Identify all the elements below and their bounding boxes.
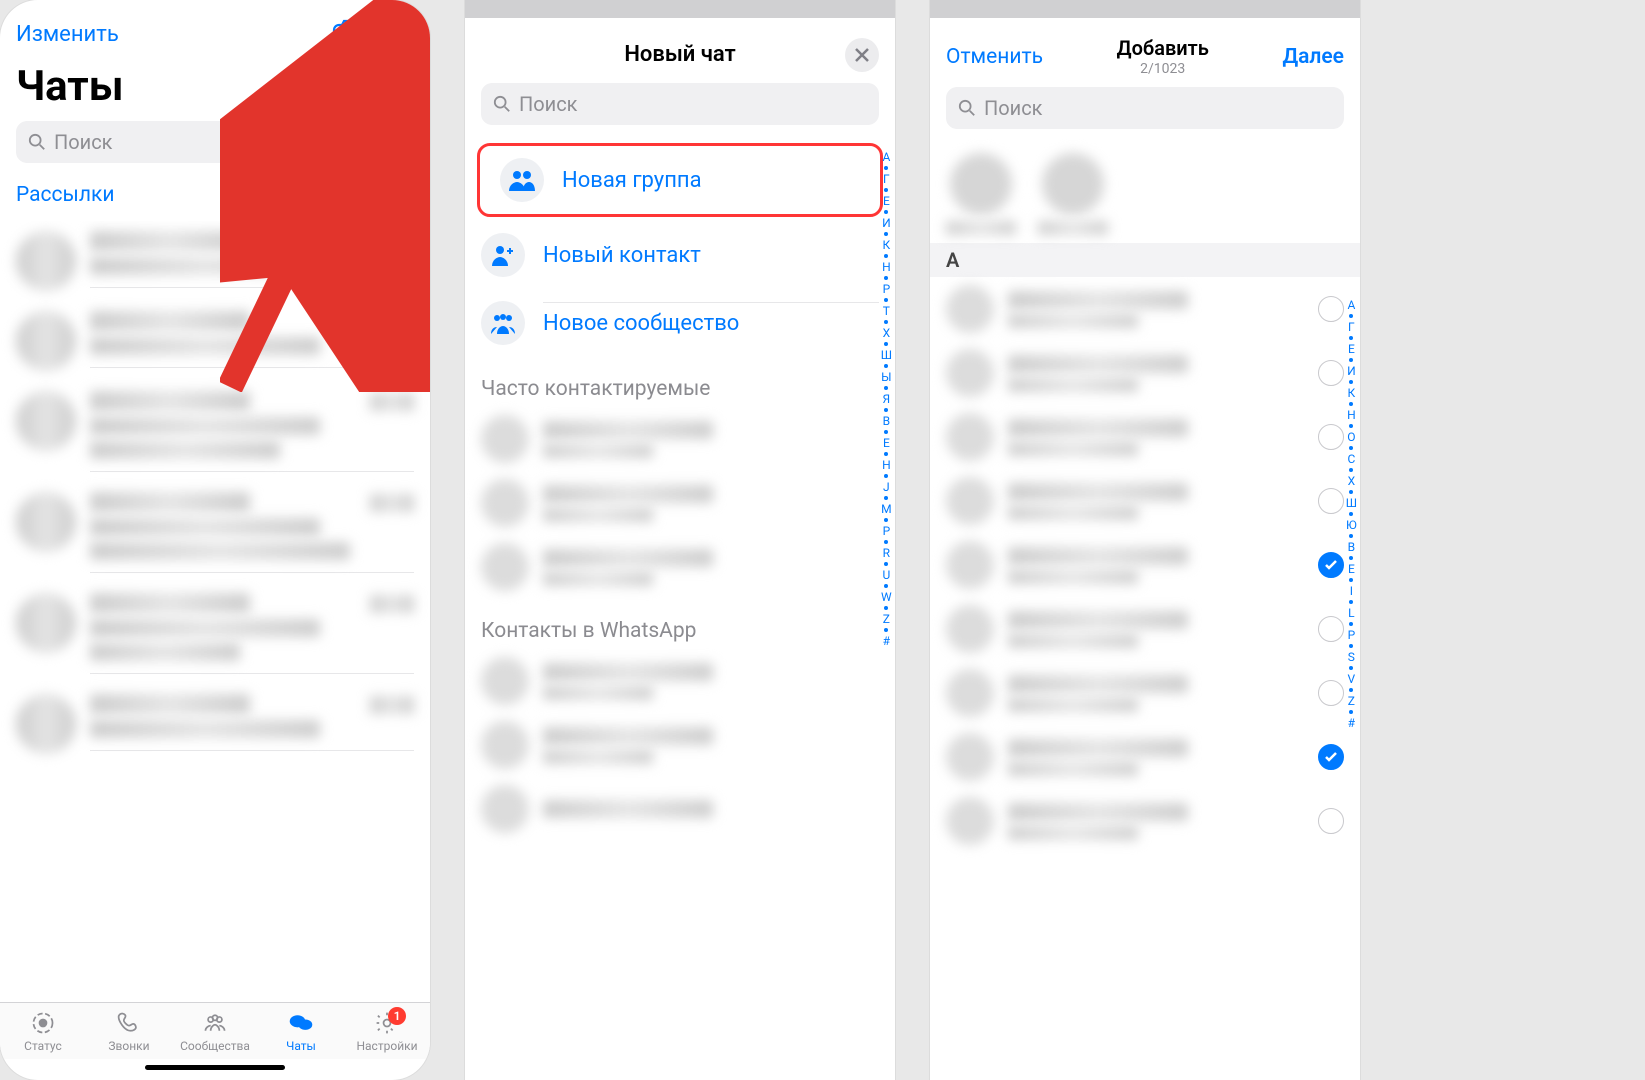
selected-contacts <box>930 143 1360 243</box>
tab-chats[interactable]: Чаты <box>258 1010 344 1053</box>
search-input[interactable]: Поиск <box>16 121 380 163</box>
broadcasts-link[interactable]: Рассылки <box>16 183 114 207</box>
next-button[interactable]: Далее <box>1282 45 1344 69</box>
sheet-title: Новый чат <box>624 42 735 67</box>
contact-row[interactable] <box>465 535 895 599</box>
tab-bar: Статус Звонки Сообщества Чаты 1 Настройк… <box>0 1002 430 1059</box>
search-placeholder: Поиск <box>54 130 113 154</box>
new-group-link[interactable]: Новая группа <box>281 183 414 207</box>
new-chat-sheet: Новый чат Поиск Новая группа Новый конта… <box>465 0 895 1080</box>
tab-status[interactable]: Статус <box>0 1010 86 1053</box>
nav-title: Добавить <box>1117 36 1209 60</box>
contact-row[interactable] <box>930 597 1360 661</box>
contact-row[interactable] <box>930 661 1360 725</box>
tab-settings[interactable]: 1 Настройки <box>344 1010 430 1053</box>
chats-screen: Изменить Чаты Поиск Рассылки Новая групп… <box>0 0 430 1080</box>
contact-row[interactable] <box>930 789 1360 853</box>
contact-row[interactable] <box>930 533 1360 597</box>
contact-row[interactable] <box>465 777 895 841</box>
add-members-screen: Отменить Добавить 2/1023 Далее Поиск А А… <box>930 0 1360 1080</box>
chat-row[interactable] <box>0 381 430 482</box>
tab-communities[interactable]: Сообщества <box>172 1010 258 1053</box>
chat-row[interactable] <box>0 482 430 583</box>
contact-row[interactable] <box>930 341 1360 405</box>
new-group-option[interactable]: Новая группа <box>484 146 876 214</box>
search-input[interactable]: Поиск <box>946 87 1344 129</box>
selected-contact[interactable] <box>1038 153 1108 235</box>
page-title: Чаты <box>0 58 430 121</box>
compose-icon[interactable] <box>386 18 414 50</box>
alpha-index[interactable]: АГЕИКНРТХШЫЯВЕНJMPRUWZ# <box>881 150 892 648</box>
new-contact-option[interactable]: Новый контакт <box>465 221 895 289</box>
add-contact-icon <box>481 233 525 277</box>
section-letter: А <box>930 243 1360 277</box>
search-input[interactable]: Поиск <box>481 83 879 125</box>
checkbox[interactable] <box>1318 680 1344 706</box>
checkbox[interactable] <box>1318 296 1344 322</box>
search-placeholder: Поиск <box>519 92 578 116</box>
checkbox[interactable] <box>1318 488 1344 514</box>
cancel-button[interactable]: Отменить <box>946 45 1043 69</box>
home-indicator <box>145 1065 285 1070</box>
contact-row[interactable] <box>465 471 895 535</box>
close-button[interactable] <box>845 38 879 72</box>
contact-row[interactable] <box>465 649 895 713</box>
chat-list[interactable] <box>0 221 430 1002</box>
nav-bar: Изменить <box>0 0 430 58</box>
checkbox[interactable] <box>1318 424 1344 450</box>
chat-row[interactable] <box>0 301 430 381</box>
checkbox[interactable] <box>1318 552 1344 578</box>
highlight-new-group: Новая группа <box>477 143 883 217</box>
member-counter: 2/1023 <box>1117 61 1209 77</box>
checkbox[interactable] <box>1318 616 1344 642</box>
checkbox[interactable] <box>1318 360 1344 386</box>
contact-row[interactable] <box>465 713 895 777</box>
group-icon <box>500 158 544 202</box>
edit-button[interactable]: Изменить <box>16 22 119 47</box>
tab-calls[interactable]: Звонки <box>86 1010 172 1053</box>
chat-row[interactable] <box>0 684 430 764</box>
checkbox[interactable] <box>1318 808 1344 834</box>
contact-row[interactable] <box>465 407 895 471</box>
alpha-index[interactable]: АГЕИКНОСХШЮВЕILPSVZ# <box>1346 298 1357 730</box>
badge: 1 <box>388 1007 406 1025</box>
contact-row[interactable] <box>930 405 1360 469</box>
search-placeholder: Поиск <box>984 96 1043 120</box>
section-whatsapp: Контакты в WhatsApp <box>465 599 895 649</box>
contact-row[interactable] <box>930 725 1360 789</box>
contact-row[interactable] <box>930 277 1360 341</box>
checkbox[interactable] <box>1318 744 1344 770</box>
contact-picker-list[interactable] <box>930 277 1360 853</box>
contact-row[interactable] <box>930 469 1360 533</box>
chat-row[interactable] <box>0 583 430 684</box>
chat-row[interactable] <box>0 221 430 301</box>
new-community-option[interactable]: Новое сообщество <box>465 289 895 357</box>
selected-contact[interactable] <box>946 153 1016 235</box>
camera-icon[interactable] <box>332 18 362 50</box>
filter-icon[interactable] <box>390 130 414 154</box>
community-icon <box>481 301 525 345</box>
section-frequent: Часто контактируемые <box>465 357 895 407</box>
